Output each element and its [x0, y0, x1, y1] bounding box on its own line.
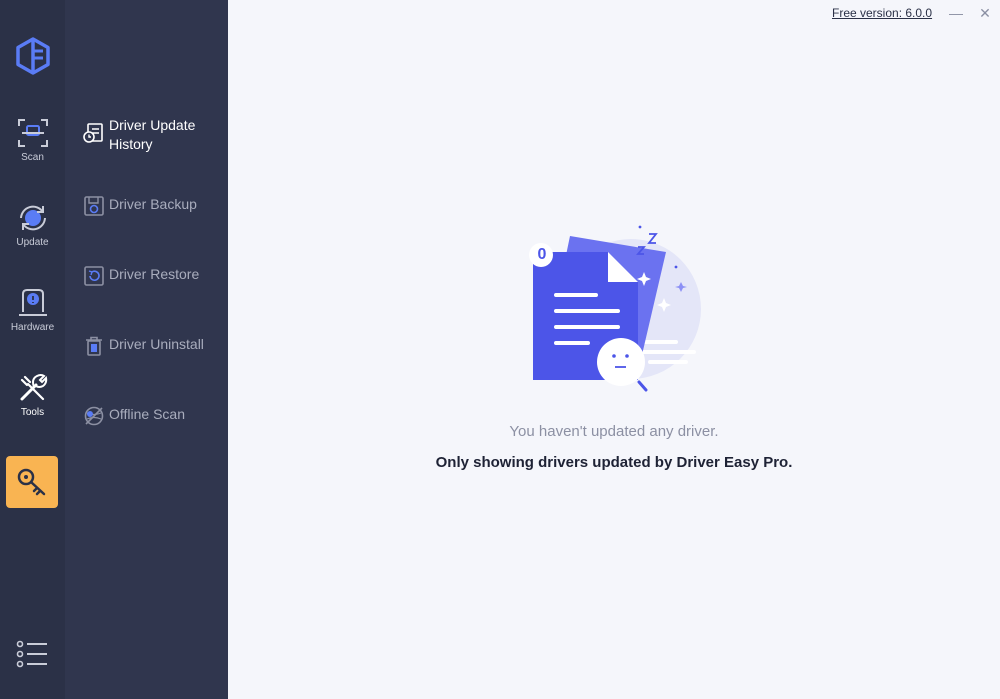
backup-icon — [84, 196, 104, 216]
submenu-item-label: Driver Update History — [109, 117, 196, 152]
rail-item-label: Update — [16, 237, 49, 248]
illustration-badge: 0 — [537, 246, 547, 263]
key-icon — [17, 468, 46, 496]
submenu-item-driver-backup[interactable]: Driver Backup — [83, 195, 223, 217]
submenu-item-label: Driver Uninstall — [109, 336, 204, 352]
minimize-button[interactable]: — — [944, 2, 968, 24]
version-link[interactable]: Free version: 6.0.0 — [832, 6, 932, 20]
list-menu-icon[interactable] — [14, 637, 50, 671]
rail-item-label: Tools — [20, 407, 45, 418]
history-icon — [83, 123, 103, 143]
rail-item-scan[interactable]: Scan — [0, 116, 65, 186]
empty-state-note: Only showing drivers updated by Driver E… — [435, 454, 793, 471]
trash-icon — [86, 336, 102, 356]
submenu-item-driver-update-history[interactable]: Driver Update History — [83, 116, 223, 154]
scan-icon — [17, 119, 48, 147]
update-icon — [19, 205, 46, 231]
close-button[interactable]: ✕ — [973, 2, 997, 24]
rail-item-tools[interactable]: Tools — [0, 371, 65, 441]
empty-document-illustration — [529, 225, 701, 392]
submenu-item-driver-restore[interactable]: Driver Restore — [83, 265, 223, 287]
tools-icon — [20, 374, 47, 401]
hardware-icon — [18, 289, 47, 316]
rail-item-label: Hardware — [10, 322, 55, 333]
submenu-item-offline-scan[interactable]: Offline Scan — [83, 405, 223, 427]
driver-easy-logo-icon — [16, 37, 50, 75]
rail-item-update[interactable]: Update — [0, 201, 65, 271]
submenu-item-label: Offline Scan — [109, 406, 186, 422]
license-key-button[interactable] — [6, 456, 58, 508]
submenu-item-label: Driver Backup — [109, 196, 197, 212]
rail-item-label: Scan — [21, 152, 44, 163]
rail-item-hardware[interactable]: Hardware — [0, 286, 65, 356]
restore-icon — [84, 266, 104, 286]
submenu-item-label: Driver Restore — [109, 266, 200, 282]
submenu-item-driver-uninstall[interactable]: Driver Uninstall — [83, 335, 223, 357]
empty-state-message: You haven't updated any driver. — [509, 423, 719, 440]
offline-scan-icon — [84, 406, 104, 426]
